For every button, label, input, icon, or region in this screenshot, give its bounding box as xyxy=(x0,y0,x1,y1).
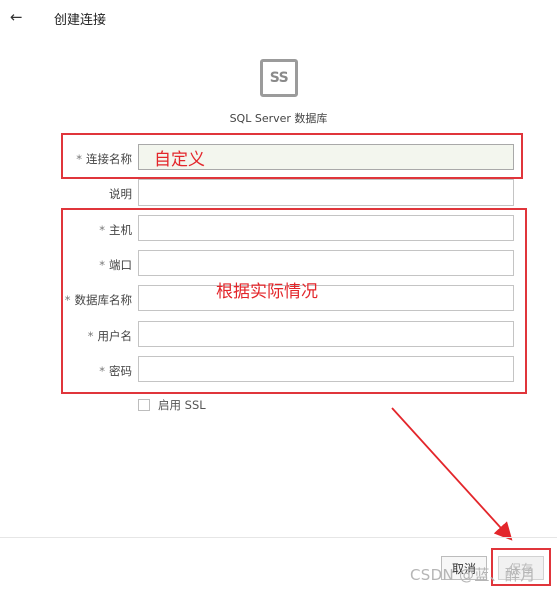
cancel-button[interactable]: 取消 xyxy=(441,556,487,580)
annotation-box-save xyxy=(491,548,551,586)
footer-divider xyxy=(0,537,557,538)
annotation-arrow xyxy=(391,407,513,541)
